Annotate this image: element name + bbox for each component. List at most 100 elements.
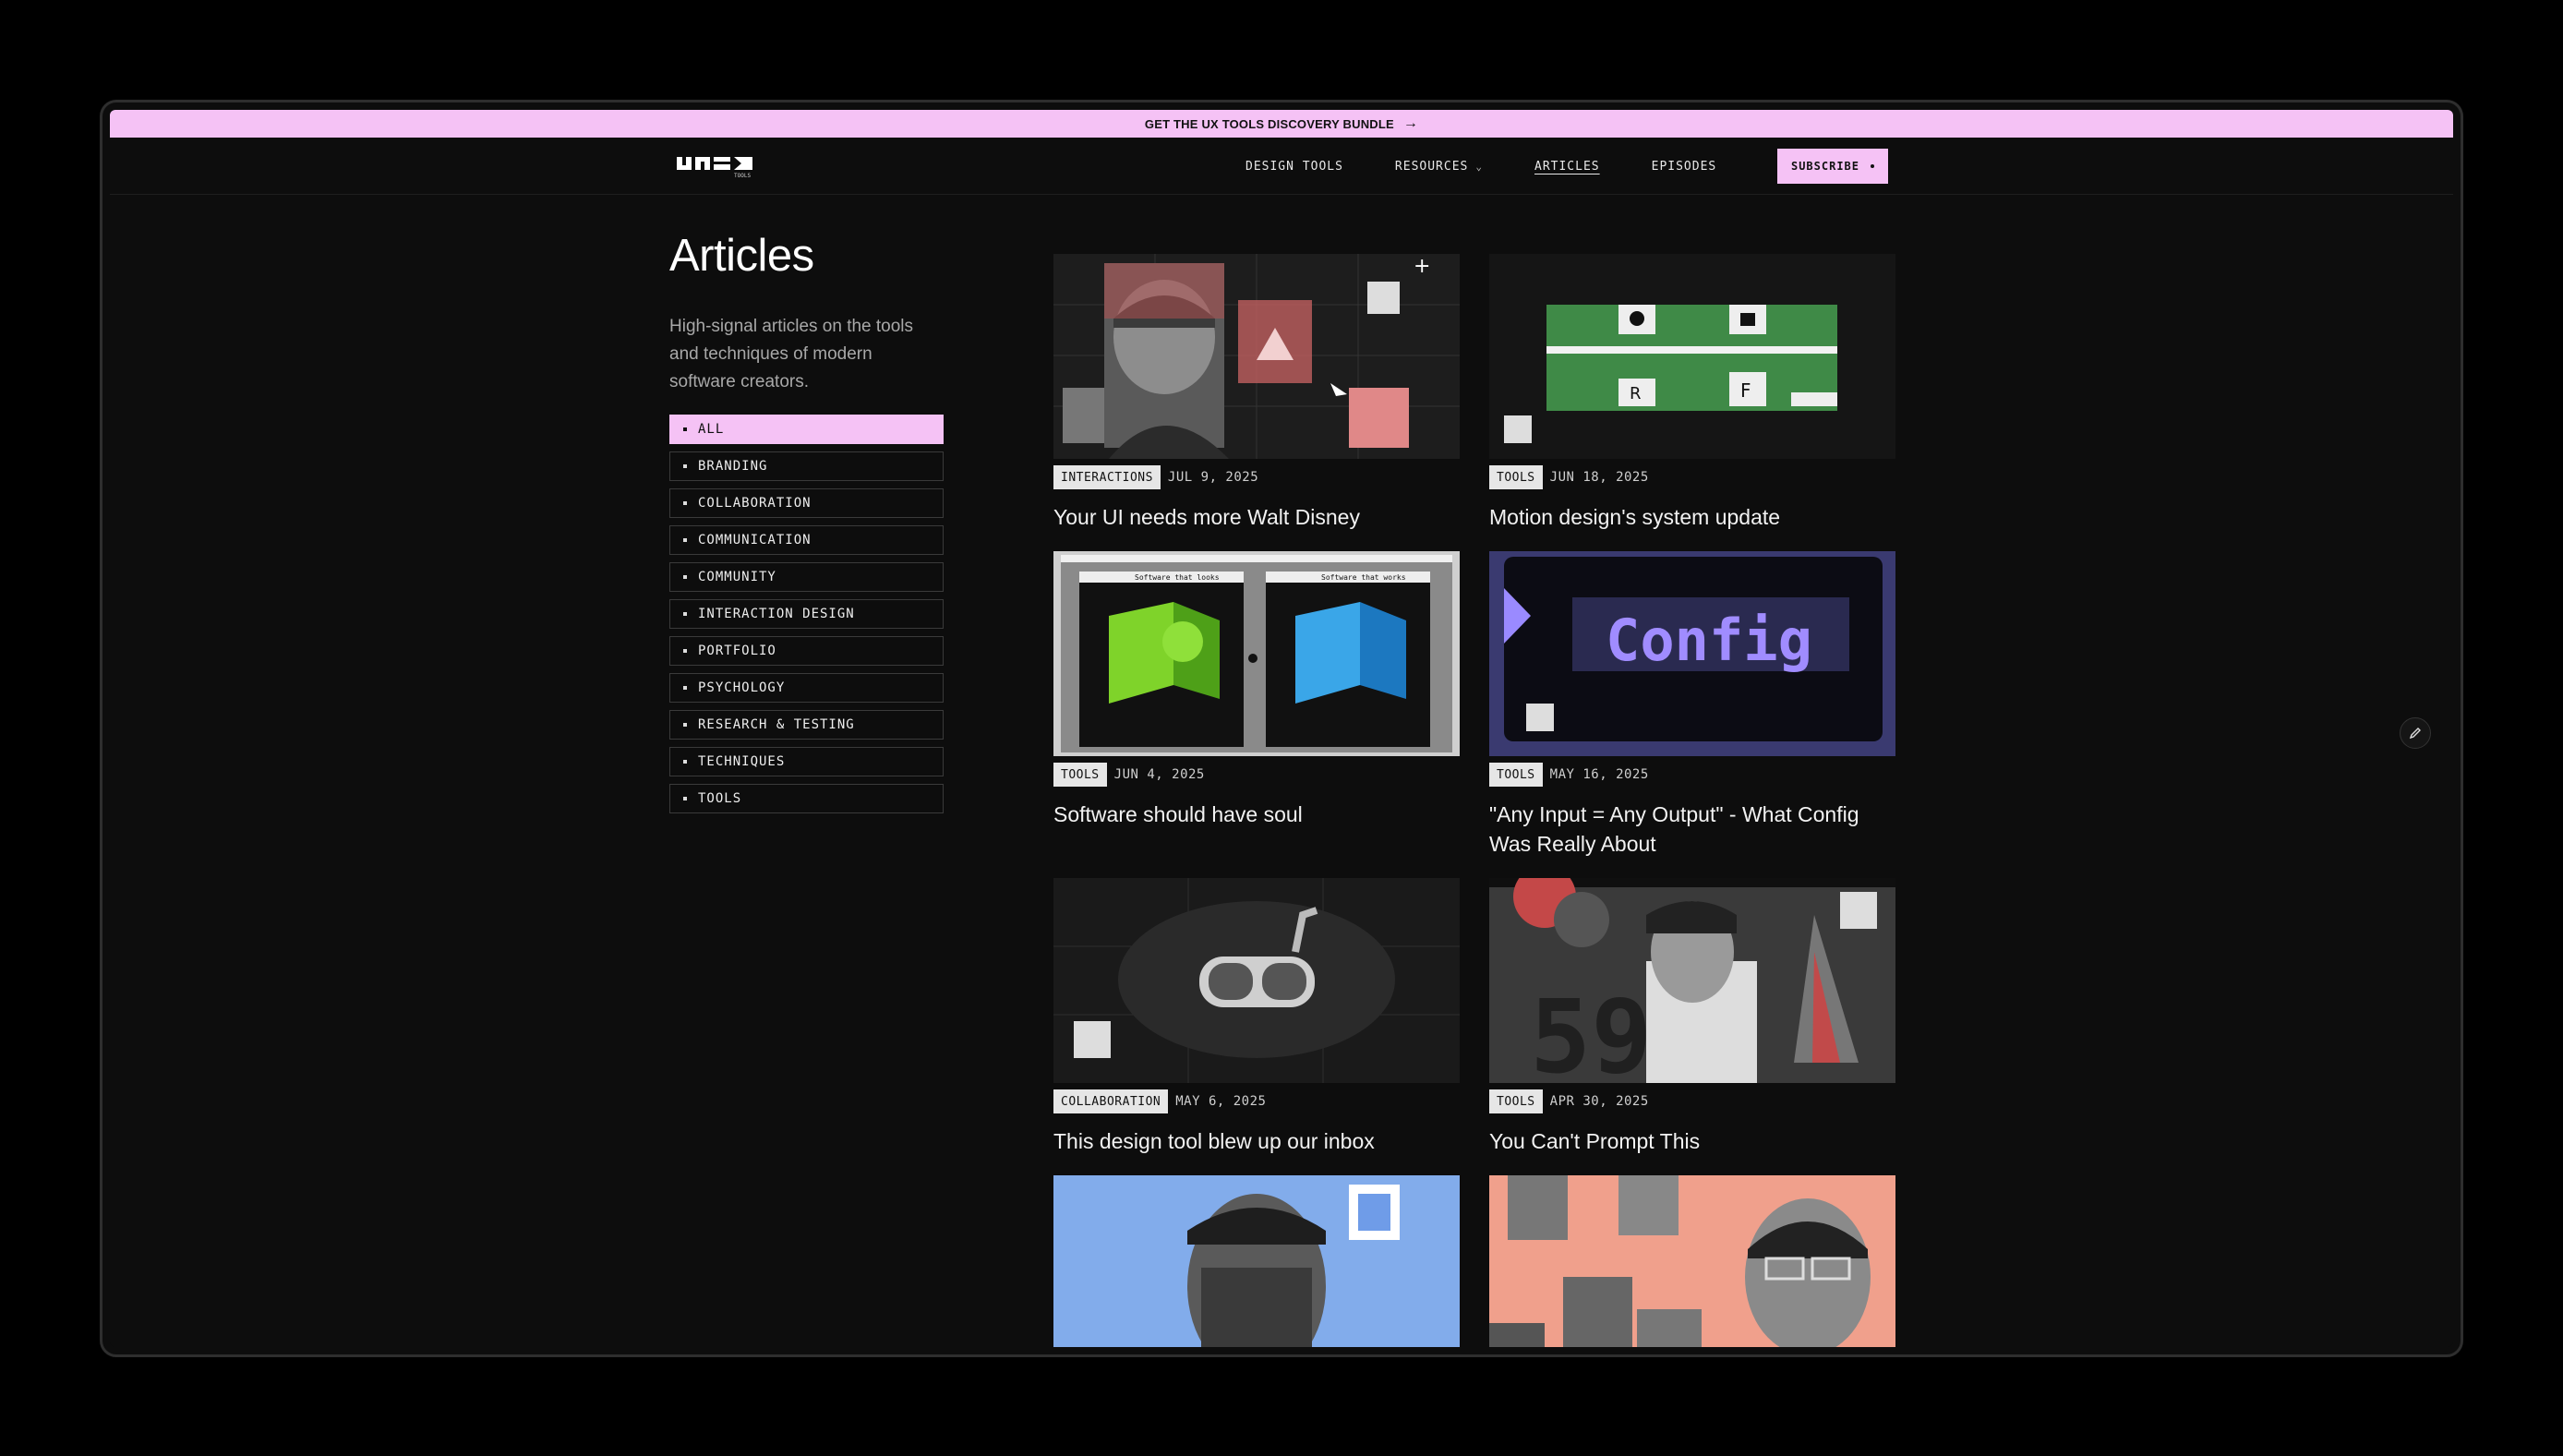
article-thumbnail (1489, 1175, 1895, 1347)
nav-episodes[interactable]: EPISODES (1652, 160, 1717, 174)
nav-design-tools[interactable]: DESIGN TOOLS (1245, 160, 1343, 174)
filter-list: ALL BRANDING COLLABORATION COMMUNICATION… (669, 415, 946, 813)
filter-psychology[interactable]: PSYCHOLOGY (669, 673, 944, 703)
article-meta: TOOLS MAY 16, 2025 (1489, 763, 1895, 787)
article-card[interactable]: 59 TOOLS APR 30, 2025 You Can't Prompt T… (1489, 865, 1895, 1156)
filter-label: COLLABORATION (698, 496, 812, 511)
article-date: MAY 16, 2025 (1549, 767, 1649, 782)
bullet-icon (683, 723, 687, 727)
filter-label: TOOLS (698, 791, 742, 806)
filter-label: PSYCHOLOGY (698, 680, 786, 695)
category-tag[interactable]: TOOLS (1053, 763, 1107, 787)
ux-tools-logo[interactable]: TOOLS (677, 155, 752, 179)
edit-button[interactable] (2400, 717, 2431, 749)
article-title[interactable]: Motion design's system update (1489, 502, 1895, 532)
filter-label: ALL (698, 422, 725, 437)
nav-link-label: EPISODES (1651, 159, 1717, 174)
article-date: JUL 9, 2025 (1167, 470, 1259, 485)
filter-techniques[interactable]: TECHNIQUES (669, 747, 944, 776)
article-meta: COLLABORATION MAY 6, 2025 (1053, 1089, 1460, 1113)
pencil-icon (2409, 728, 2421, 740)
category-tag[interactable]: INTERACTIONS (1053, 465, 1161, 489)
filter-community[interactable]: COMMUNITY (669, 562, 944, 592)
filter-label: RESEARCH & TESTING (698, 717, 855, 732)
bullet-icon (683, 797, 687, 800)
page: GET THE UX TOOLS DISCOVERY BUNDLE → TOOL… (110, 110, 2453, 1347)
article-card[interactable]: + INTERACTIONS JUL 9, 2025 Your UI needs… (1053, 254, 1460, 532)
bullet-icon (683, 427, 687, 431)
article-thumbnail: 59 (1489, 865, 1895, 1096)
logo-sub: TOOLS (734, 173, 751, 179)
dot-icon (1871, 164, 1875, 168)
article-title[interactable]: Software should have soul (1053, 800, 1460, 829)
page-description: High-signal articles on the tools and te… (669, 317, 914, 391)
article-meta: TOOLS APR 30, 2025 (1489, 1089, 1895, 1113)
article-meta: INTERACTIONS JUL 9, 2025 (1053, 465, 1460, 489)
nav-links: DESIGN TOOLS RESOURCES ⌄ ARTICLES EPISODE… (1245, 138, 1768, 195)
filter-portfolio[interactable]: PORTFOLIO (669, 636, 944, 666)
article-thumbnail (1053, 878, 1460, 1083)
article-meta: TOOLS JUN 4, 2025 (1053, 763, 1460, 787)
article-date: MAY 6, 2025 (1175, 1094, 1267, 1109)
article-title[interactable]: Your UI needs more Walt Disney (1053, 502, 1460, 532)
bullet-icon (683, 538, 687, 542)
bullet-icon (683, 686, 687, 690)
sidebar: Articles High-signal articles on the too… (669, 230, 946, 821)
promo-label: GET THE UX TOOLS DISCOVERY BUNDLE (1144, 116, 1394, 131)
filter-communication[interactable]: COMMUNICATION (669, 525, 944, 555)
article-thumbnail: R F (1489, 254, 1895, 459)
subscribe-button[interactable]: SUBSCRIBE (1777, 149, 1888, 184)
filter-research-testing[interactable]: RESEARCH & TESTING (669, 710, 944, 740)
bullet-icon (683, 612, 687, 616)
arrow-right-icon: → (1402, 115, 1419, 131)
filter-interaction-design[interactable]: INTERACTION DESIGN (669, 599, 944, 629)
svg-text:R: R (1630, 384, 1642, 403)
nav-link-label: DESIGN TOOLS (1245, 159, 1343, 174)
filter-label: PORTFOLIO (698, 644, 776, 658)
category-tag[interactable]: COLLABORATION (1053, 1089, 1169, 1113)
category-tag[interactable]: TOOLS (1489, 1089, 1543, 1113)
browser-frame: GET THE UX TOOLS DISCOVERY BUNDLE → TOOL… (100, 100, 2463, 1357)
filter-label: COMMUNITY (698, 570, 776, 584)
article-card[interactable]: R F TOOLS JUN 18, 2025 Motion design's s… (1489, 254, 1895, 532)
filter-label: BRANDING (698, 459, 768, 474)
article-card[interactable]: Config TOOLS MAY 16, 2025 "Any Input = A… (1489, 551, 1895, 859)
article-thumbnail: Software that looks Software that works (1053, 551, 1460, 756)
article-thumbnail: Config (1489, 551, 1895, 756)
svg-text:F: F (1740, 379, 1751, 402)
img-number-text: 59 (1530, 978, 1652, 1083)
article-title[interactable]: "Any Input = Any Output" - What Config W… (1489, 800, 1895, 859)
article-title[interactable]: You Can't Prompt This (1489, 1126, 1895, 1156)
svg-text:+: + (1414, 255, 1430, 278)
bullet-icon (683, 575, 687, 579)
filter-label: COMMUNICATION (698, 533, 812, 548)
bullet-icon (683, 501, 687, 505)
promo-banner[interactable]: GET THE UX TOOLS DISCOVERY BUNDLE → (110, 110, 2453, 138)
article-date: APR 30, 2025 (1549, 1094, 1649, 1109)
chevron-down-icon: ⌄ (1475, 160, 1483, 173)
nav-resources[interactable]: RESOURCES ⌄ (1395, 160, 1483, 174)
article-thumbnail: + (1053, 254, 1460, 459)
article-title[interactable]: This design tool blew up our inbox (1053, 1126, 1460, 1156)
article-card[interactable] (1053, 1175, 1460, 1347)
subscribe-label: SUBSCRIBE (1790, 160, 1860, 173)
article-card[interactable]: Software that looks Software that works … (1053, 551, 1460, 829)
nav-articles[interactable]: ARTICLES (1534, 160, 1600, 174)
category-tag[interactable]: TOOLS (1489, 763, 1543, 787)
category-tag[interactable]: TOOLS (1489, 465, 1543, 489)
article-meta: TOOLS JUN 18, 2025 (1489, 465, 1895, 489)
filter-tools[interactable]: TOOLS (669, 784, 944, 813)
filter-label: TECHNIQUES (698, 754, 786, 769)
img-config-text: Config (1606, 607, 1812, 674)
filter-branding[interactable]: BRANDING (669, 451, 944, 481)
article-card[interactable]: COLLABORATION MAY 6, 2025 This design to… (1053, 878, 1460, 1156)
bullet-icon (683, 760, 687, 764)
bullet-icon (683, 464, 687, 468)
nav-link-label: ARTICLES (1534, 159, 1600, 174)
article-date: JUN 18, 2025 (1549, 470, 1649, 485)
article-card[interactable] (1489, 1175, 1895, 1347)
article-date: JUN 4, 2025 (1113, 767, 1205, 782)
filter-all[interactable]: ALL (669, 415, 944, 444)
nav-link-label: RESOURCES (1394, 159, 1469, 174)
filter-collaboration[interactable]: COLLABORATION (669, 488, 944, 518)
